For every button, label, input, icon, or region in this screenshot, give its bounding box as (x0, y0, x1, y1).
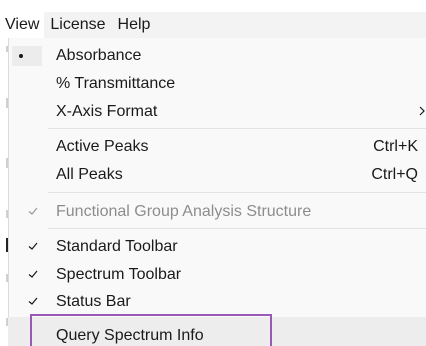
menu-item-label: Absorbance (56, 47, 142, 64)
menu-item-x-axis-format[interactable]: X-Axis Format (8, 98, 426, 126)
menu-separator (48, 228, 426, 229)
menu-item-standard-toolbar[interactable]: Standard Toolbar (8, 233, 426, 261)
highlight-annotation (30, 314, 272, 346)
check-icon (28, 297, 38, 305)
menu-separator (48, 192, 426, 193)
menu-item-shortcut: Ctrl+Q (371, 166, 418, 183)
menu-item-label: All Peaks (56, 166, 123, 183)
check-icon (28, 270, 38, 278)
menu-item-label: Standard Toolbar (56, 238, 178, 255)
menu-item-label: X-Axis Format (56, 103, 158, 120)
menu-item-spectrum-toolbar[interactable]: Spectrum Toolbar (8, 261, 426, 289)
menu-item-label: Active Peaks (56, 138, 149, 155)
check-icon (28, 242, 38, 250)
menu-view[interactable]: View (0, 12, 45, 38)
menu-item-status-bar[interactable]: Status Bar (8, 288, 426, 316)
menu-item-active-peaks[interactable]: Active Peaks Ctrl+K (8, 133, 426, 161)
menu-item-functional-group-analysis[interactable]: Functional Group Analysis Structure (8, 198, 426, 226)
chevron-right-icon (419, 106, 425, 116)
menu-item-transmittance[interactable]: % Transmittance (8, 70, 426, 98)
menu-item-all-peaks[interactable]: All Peaks Ctrl+Q (8, 161, 426, 189)
menu-item-shortcut: Ctrl+K (373, 138, 418, 155)
menu-item-label: Status Bar (56, 293, 131, 310)
menu-item-label: Functional Group Analysis Structure (56, 203, 312, 220)
menu-license[interactable]: License (44, 12, 111, 38)
menu-item-absorbance[interactable]: Absorbance (8, 42, 426, 70)
menu-item-label: % Transmittance (56, 75, 176, 92)
background-window-edge (0, 38, 8, 346)
app-window: View License Help Absorbance % Transmitt… (0, 0, 426, 346)
menu-bar: View License Help (0, 12, 426, 38)
menu-help[interactable]: Help (112, 12, 157, 38)
title-strip (0, 0, 426, 12)
menu-separator (48, 128, 426, 129)
menu-item-label: Spectrum Toolbar (56, 266, 182, 283)
check-icon (28, 207, 38, 215)
